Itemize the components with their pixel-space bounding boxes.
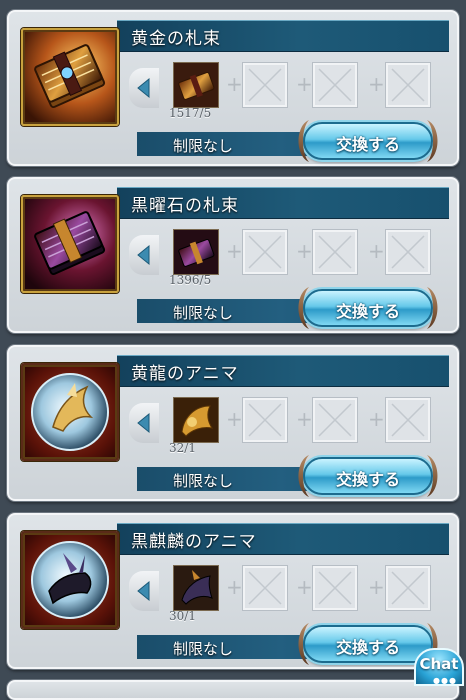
- materials-row: + + + 32/1: [129, 389, 449, 455]
- empty-material-slot: [312, 397, 358, 443]
- materials-row: + + + 30/1: [129, 557, 449, 623]
- exchange-button[interactable]: 交換する: [298, 120, 438, 162]
- limit-text: 制限なし: [173, 137, 234, 155]
- item-title-bar: 黒曜石の札束: [117, 187, 449, 219]
- material-quantity: 32/1: [169, 441, 196, 455]
- empty-material-slot: [385, 397, 431, 443]
- button-ornament-icon: [427, 455, 438, 497]
- plus-icon: +: [296, 575, 313, 599]
- plus-icon: +: [226, 407, 243, 431]
- exchange-button[interactable]: 交換する: [298, 455, 438, 497]
- arrow-left-icon[interactable]: [129, 235, 159, 275]
- empty-material-slot: [385, 62, 431, 108]
- chat-button[interactable]: Chat ●●●: [414, 648, 464, 686]
- item-name: 黄金の札束: [131, 29, 221, 49]
- material-quantity: 1517/5: [169, 106, 212, 120]
- black-kirin-anima-material-icon[interactable]: [173, 565, 219, 611]
- yellow-dragon-anima-orb-icon: [21, 363, 119, 461]
- plus-icon: +: [368, 72, 385, 96]
- empty-material-slot: [385, 565, 431, 611]
- gold-treasure-icon[interactable]: [173, 62, 219, 108]
- exchange-item-card-partial: [7, 680, 459, 700]
- exchange-button[interactable]: 交換する: [298, 287, 438, 329]
- limit-text: 制限なし: [173, 472, 234, 490]
- chat-dots-icon: ●●●: [433, 676, 457, 685]
- item-name: 黒曜石の札束: [131, 196, 239, 216]
- plus-icon: +: [368, 239, 385, 263]
- item-name: 黒麒麟のアニマ: [131, 532, 257, 552]
- material-quantity: 1396/5: [169, 273, 212, 287]
- arrow-left-icon[interactable]: [129, 571, 159, 611]
- plus-icon: +: [296, 72, 313, 96]
- empty-material-slot: [312, 229, 358, 275]
- plus-icon: +: [226, 575, 243, 599]
- obsidian-banknote-bundle-icon: [21, 195, 119, 293]
- arrow-left-icon[interactable]: [129, 403, 159, 443]
- empty-material-slot: [312, 565, 358, 611]
- plus-icon: +: [226, 72, 243, 96]
- exchange-button-label: 交換する: [335, 302, 400, 321]
- plus-icon: +: [296, 239, 313, 263]
- exchange-item-card: 黒曜石の札束 + + + 1396/5 制限なし 交換する: [7, 177, 459, 333]
- obsidian-treasure-icon[interactable]: [173, 229, 219, 275]
- item-title-bar: 黄金の札束: [117, 20, 449, 52]
- item-name: 黄龍のアニマ: [131, 364, 239, 384]
- plus-icon: +: [368, 407, 385, 431]
- exchange-button[interactable]: 交換する: [298, 623, 438, 665]
- plus-icon: +: [226, 239, 243, 263]
- exchange-item-card: 黄龍のアニマ + + + 32/1 制限なし 交換する: [7, 345, 459, 501]
- gold-banknote-bundle-icon: [21, 28, 119, 126]
- button-ornament-icon: [427, 120, 438, 162]
- exchange-item-card: 黄金の札束 + + + 1517/5 制限なし 交換する: [7, 10, 459, 166]
- button-ornament-icon: [427, 287, 438, 329]
- chat-button-label: Chat: [419, 655, 459, 673]
- empty-material-slot: [242, 397, 288, 443]
- empty-material-slot: [242, 62, 288, 108]
- materials-row: + + + 1517/5: [129, 54, 449, 120]
- plus-icon: +: [296, 407, 313, 431]
- empty-material-slot: [385, 229, 431, 275]
- empty-material-slot: [242, 565, 288, 611]
- item-title-bar: 黒麒麟のアニマ: [117, 523, 449, 555]
- materials-row: + + + 1396/5: [129, 221, 449, 287]
- black-kirin-anima-orb-icon: [21, 531, 119, 629]
- exchange-button-label: 交換する: [335, 638, 400, 657]
- exchange-item-card: 黒麒麟のアニマ + + + 30/1 制限なし 交換する: [7, 513, 459, 669]
- limit-text: 制限なし: [173, 640, 234, 658]
- item-title-bar: 黄龍のアニマ: [117, 355, 449, 387]
- yellow-dragon-anima-material-icon[interactable]: [173, 397, 219, 443]
- limit-text: 制限なし: [173, 304, 234, 322]
- empty-material-slot: [312, 62, 358, 108]
- exchange-button-label: 交換する: [335, 470, 400, 489]
- material-quantity: 30/1: [169, 609, 196, 623]
- plus-icon: +: [368, 575, 385, 599]
- arrow-left-icon[interactable]: [129, 68, 159, 108]
- empty-material-slot: [242, 229, 288, 275]
- exchange-button-label: 交換する: [335, 135, 400, 154]
